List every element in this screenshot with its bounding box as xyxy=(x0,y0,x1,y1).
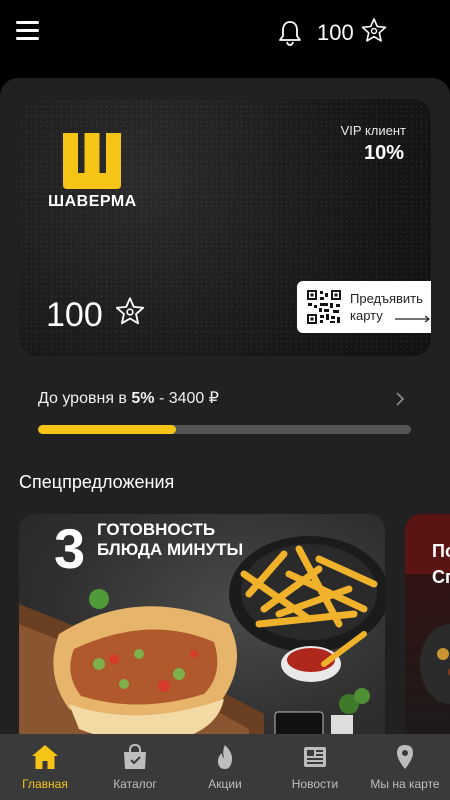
header-points[interactable]: 100 xyxy=(317,19,354,47)
top-bar: 100 xyxy=(0,0,450,70)
level-percent: 5% xyxy=(131,390,155,407)
vip-percent: 10% xyxy=(363,142,404,164)
promo-title: По Сп xyxy=(432,541,450,587)
level-suffix: - 3400 ₽ xyxy=(154,390,219,407)
level-text: До уровня в 5% - 3400 ₽ xyxy=(38,387,413,411)
level-progress-bar xyxy=(38,425,411,434)
flame-icon xyxy=(218,745,233,769)
nav-item-news[interactable]: Новости xyxy=(270,734,360,800)
level-progress-row[interactable]: До уровня в 5% - 3400 ₽ xyxy=(38,387,413,411)
section-title-offers: Спецпредложения xyxy=(19,472,175,492)
brand-name: ШАВЕРМА xyxy=(48,193,137,210)
nav-item-home[interactable]: Главная xyxy=(0,734,90,800)
home-icon xyxy=(32,745,58,769)
nav-label: Мы на карте xyxy=(370,777,440,791)
level-progress-fill xyxy=(38,425,176,434)
brand-logo-icon xyxy=(63,133,121,189)
promo-card[interactable]: 3 ГОТОВНОСТЬ БЛЮДА МИНУТЫ xyxy=(19,514,385,738)
nav-label: Каталог xyxy=(113,777,157,791)
chevron-right-icon xyxy=(396,392,405,406)
main-content: ШАВЕРМА VIP клиент 10% 100 Предъявить ка… xyxy=(0,78,450,738)
nav-item-catalog[interactable]: Каталог xyxy=(90,734,180,800)
qr-code-icon xyxy=(306,289,342,325)
loyalty-card[interactable]: ШАВЕРМА VIP клиент 10% 100 Предъявить ка… xyxy=(19,99,431,356)
map-pin-icon xyxy=(397,745,413,769)
hamburger-menu-icon[interactable] xyxy=(16,20,40,40)
card-points: 100 xyxy=(46,296,103,334)
promo-card[interactable]: По Сп xyxy=(405,514,450,738)
nav-label: Акции xyxy=(208,777,242,791)
shopping-bag-icon xyxy=(124,744,146,769)
bottom-navigation: Главная Каталог Акции Новости Мы на карт… xyxy=(0,734,450,800)
nav-label: Новости xyxy=(291,777,339,791)
bell-icon[interactable] xyxy=(277,19,303,47)
show-card-button[interactable]: Предъявить карту xyxy=(297,281,431,333)
nav-item-promotions[interactable]: Акции xyxy=(180,734,270,800)
nav-label: Главная xyxy=(22,777,68,791)
arrow-right-icon xyxy=(395,315,430,323)
newspaper-icon xyxy=(304,747,326,767)
vip-label: VIP клиент xyxy=(340,123,406,138)
star-badge-icon xyxy=(115,297,145,325)
promo-number: 3 xyxy=(54,517,86,580)
nav-item-map[interactable]: Мы на карте xyxy=(360,734,450,800)
star-badge-icon[interactable] xyxy=(360,17,388,45)
level-prefix: До уровня в xyxy=(38,390,132,407)
promo-title: ГОТОВНОСТЬ БЛЮДА МИНУТЫ xyxy=(97,520,244,559)
